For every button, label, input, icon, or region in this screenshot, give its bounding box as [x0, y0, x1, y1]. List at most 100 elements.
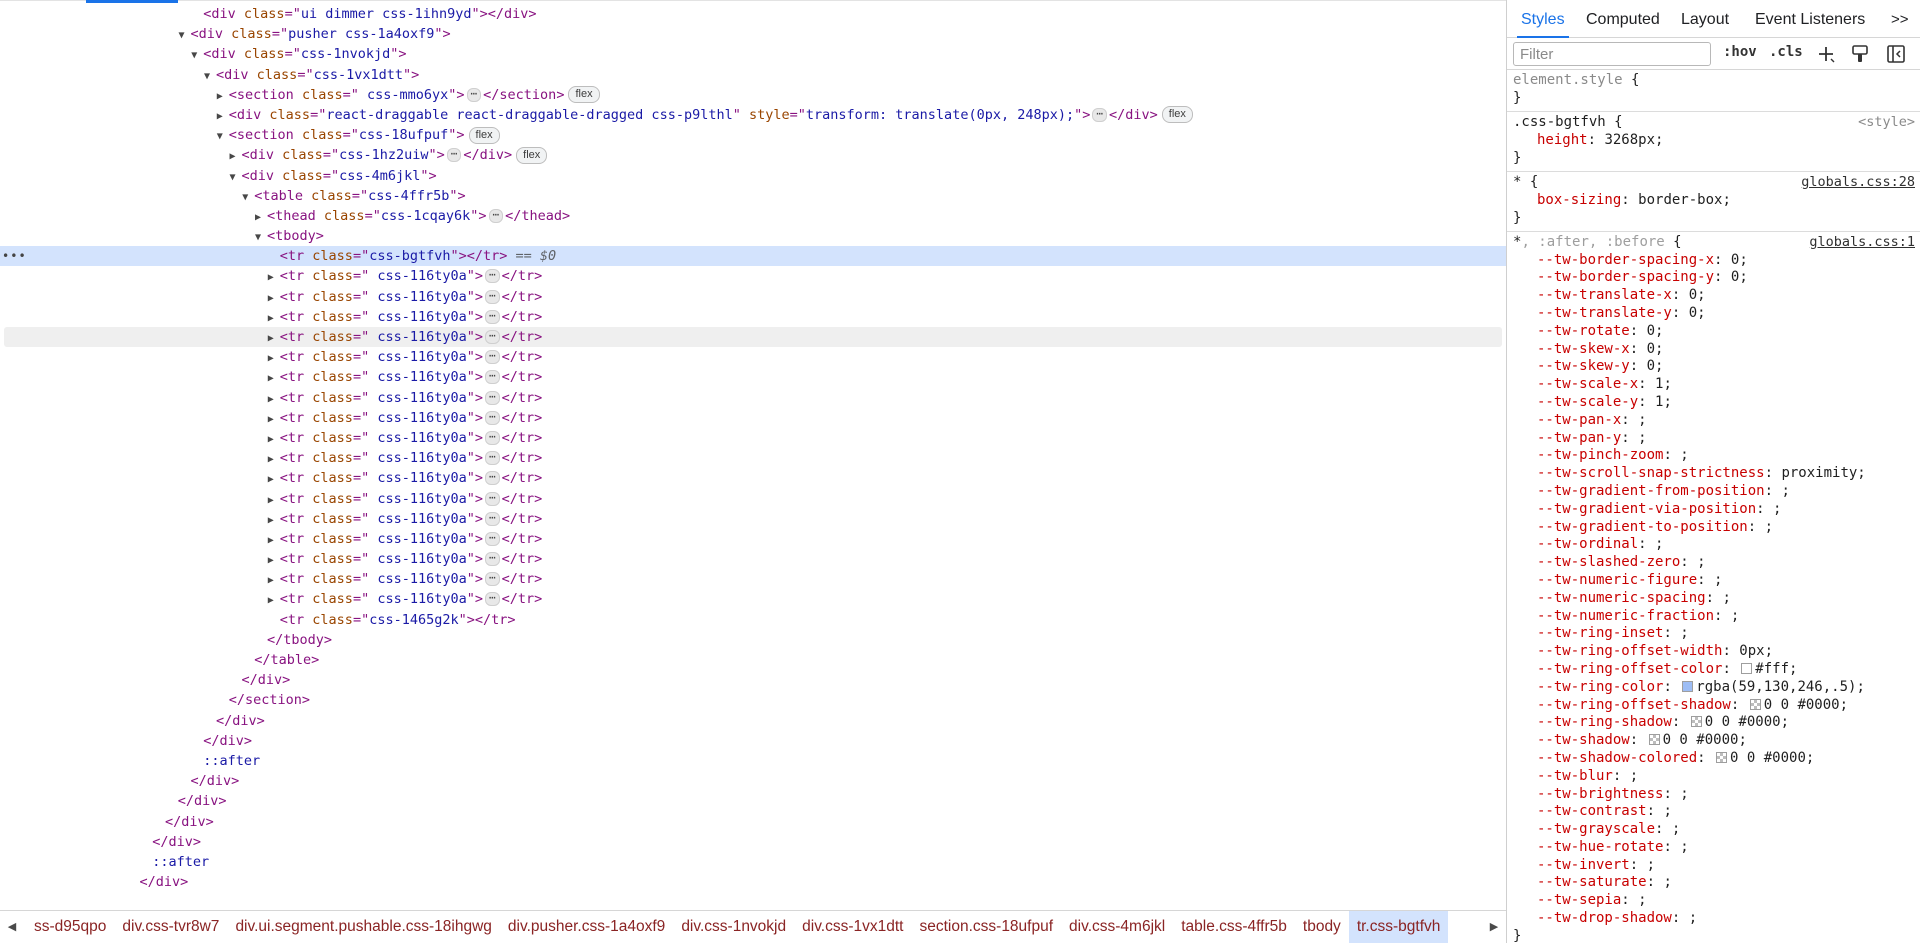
- attribute-value[interactable]: css-116ty0a: [369, 571, 466, 587]
- collapsed-children-ellipsis-icon[interactable]: ⋯: [485, 330, 500, 344]
- triangle-down-icon[interactable]: ▼: [204, 67, 216, 87]
- css-declaration[interactable]: --tw-slashed-zero: ;: [1507, 554, 1920, 572]
- triangle-down-icon[interactable]: ▼: [242, 188, 254, 208]
- attribute-name[interactable]: class: [311, 188, 352, 204]
- attribute-name[interactable]: style: [749, 107, 790, 123]
- attribute-name[interactable]: class: [312, 430, 353, 446]
- attribute-name[interactable]: class: [282, 147, 323, 163]
- dom-node-line[interactable]: ▶</div>: [0, 791, 1506, 811]
- dom-node-line[interactable]: ▶</section>: [0, 690, 1506, 710]
- breadcrumb-item[interactable]: table.css-4ffr5b: [1173, 911, 1295, 943]
- dom-node-line[interactable]: ▶<tr class="css-1465g2k"></tr>: [0, 610, 1506, 630]
- dom-node-line[interactable]: ▶</div>: [0, 670, 1506, 690]
- collapsed-children-ellipsis-icon[interactable]: ⋯: [485, 410, 500, 425]
- css-property-name[interactable]: --tw-grayscale: [1537, 821, 1655, 837]
- dom-node-line[interactable]: ▼ <div class="pusher css-1a4oxf9">: [0, 24, 1506, 44]
- attribute-value[interactable]: css-116ty0a: [369, 531, 466, 547]
- css-property-name[interactable]: --tw-ring-offset-shadow: [1537, 697, 1731, 713]
- css-property-name[interactable]: --tw-border-spacing-y: [1537, 269, 1714, 285]
- dom-node-line[interactable]: ▶ <tr class=" css-116ty0a"> ⋯ </tr>: [0, 307, 1506, 327]
- css-property-name[interactable]: height: [1537, 132, 1588, 148]
- attribute-value[interactable]: css-116ty0a: [369, 410, 466, 426]
- dom-node-line[interactable]: ▶ <tr class=" css-116ty0a"> ⋯ </tr>: [0, 347, 1506, 367]
- attribute-name[interactable]: class: [312, 531, 353, 547]
- triangle-right-icon[interactable]: ▶: [230, 147, 242, 167]
- css-declaration[interactable]: --tw-drop-shadow: ;: [1507, 910, 1920, 928]
- css-property-name[interactable]: --tw-ring-shadow: [1537, 714, 1672, 730]
- breadcrumb-item[interactable]: ss-d95qpo: [26, 911, 114, 943]
- css-selector[interactable]: *, :after, :before: [1513, 234, 1665, 250]
- css-property-name[interactable]: --tw-numeric-fraction: [1537, 608, 1714, 624]
- attribute-name[interactable]: class: [312, 612, 353, 628]
- pseudo-element[interactable]: ::after: [152, 854, 209, 870]
- css-declaration[interactable]: --tw-ring-offset-width: 0px;: [1507, 643, 1920, 661]
- triangle-right-icon[interactable]: ▶: [217, 87, 229, 107]
- attribute-name[interactable]: class: [312, 248, 353, 264]
- css-declaration[interactable]: --tw-scroll-snap-strictness: proximity;: [1507, 465, 1920, 483]
- attribute-name[interactable]: class: [312, 511, 353, 527]
- css-property-name[interactable]: --tw-gradient-from-position: [1537, 483, 1765, 499]
- css-declaration[interactable]: --tw-translate-x: 0;: [1507, 287, 1920, 305]
- cls-toggle-button[interactable]: .cls: [1769, 44, 1803, 60]
- collapsed-children-ellipsis-icon[interactable]: ⋯: [485, 491, 500, 506]
- css-property-name[interactable]: --tw-gradient-via-position: [1537, 501, 1756, 517]
- rule-selector-line[interactable]: *, :after, :before {globals.css:1: [1507, 234, 1920, 252]
- collapsed-children-ellipsis-icon[interactable]: ⋯: [485, 572, 500, 587]
- color-swatch-icon[interactable]: [1690, 716, 1702, 728]
- dom-node-line[interactable]: ▶</div>: [0, 872, 1506, 892]
- attribute-value[interactable]: css-1nvokjd: [301, 46, 390, 62]
- toggle-sidebar-button[interactable]: [1885, 43, 1907, 65]
- attribute-name[interactable]: class: [312, 329, 353, 345]
- triangle-right-icon[interactable]: ▶: [268, 551, 280, 571]
- css-property-value[interactable]: 0px: [1739, 643, 1764, 659]
- breadcrumb-scroll-left-button[interactable]: ◀: [0, 911, 24, 943]
- css-property-name[interactable]: --tw-shadow-colored: [1537, 750, 1697, 766]
- css-selector[interactable]: .css-bgtfvh: [1513, 114, 1606, 130]
- dom-node-line[interactable]: ▶ <tr class=" css-116ty0a"> ⋯ </tr>: [0, 509, 1506, 529]
- dom-node-line[interactable]: ▶ <tr class=" css-116ty0a"> ⋯ </tr>: [0, 287, 1506, 307]
- attribute-name[interactable]: class: [312, 369, 353, 385]
- css-declaration[interactable]: --tw-numeric-fraction: ;: [1507, 608, 1920, 626]
- css-property-name[interactable]: --tw-ring-offset-width: [1537, 643, 1722, 659]
- attribute-value[interactable]: css-1hz2uiw: [339, 147, 428, 163]
- flex-badge[interactable]: flex: [468, 126, 500, 144]
- css-property-name[interactable]: --tw-ring-inset: [1537, 625, 1663, 641]
- collapsed-children-ellipsis-icon[interactable]: ⋯: [485, 269, 500, 284]
- tab-computed[interactable]: Computed: [1586, 0, 1660, 37]
- css-declaration[interactable]: --tw-skew-x: 0;: [1507, 341, 1920, 359]
- css-property-name[interactable]: --tw-shadow: [1537, 732, 1630, 748]
- collapsed-children-ellipsis-icon[interactable]: ⋯: [485, 289, 500, 304]
- dom-node-line[interactable]: ▼ <div class="css-1nvokjd">: [0, 44, 1506, 64]
- collapsed-children-ellipsis-icon[interactable]: ⋯: [485, 531, 500, 546]
- attribute-value[interactable]: react-draggable react-draggable-dragged …: [326, 107, 732, 123]
- dom-node-line[interactable]: ▶<div class="ui dimmer css-1ihn9yd"></di…: [0, 4, 1506, 24]
- css-declaration[interactable]: --tw-ring-shadow: 0 0 #0000;: [1507, 714, 1920, 732]
- more-tabs-chevron-icon[interactable]: >>: [1891, 0, 1909, 37]
- collapsed-children-ellipsis-icon[interactable]: ⋯: [485, 552, 500, 567]
- css-declaration[interactable]: --tw-translate-y: 0;: [1507, 305, 1920, 323]
- css-property-name[interactable]: --tw-numeric-figure: [1537, 572, 1697, 588]
- css-declaration[interactable]: --tw-ring-inset: ;: [1507, 625, 1920, 643]
- rule-selector-line[interactable]: element.style {: [1507, 72, 1920, 90]
- triangle-right-icon[interactable]: ▶: [255, 208, 267, 228]
- breadcrumb-item[interactable]: tr.css-bgtfvh: [1348, 911, 1449, 943]
- dom-node-line[interactable]: ▶ <tr class=" css-116ty0a"> ⋯ </tr>: [0, 549, 1506, 569]
- css-declaration[interactable]: --tw-ring-offset-color: #fff;: [1507, 661, 1920, 679]
- triangle-right-icon[interactable]: ▶: [268, 349, 280, 369]
- triangle-right-icon[interactable]: ▶: [268, 450, 280, 470]
- rule-selector-line[interactable]: * {globals.css:28: [1507, 174, 1920, 192]
- node-actions-ellipsis-icon[interactable]: •••: [2, 246, 27, 266]
- triangle-right-icon[interactable]: ▶: [268, 410, 280, 430]
- color-swatch-icon[interactable]: [1682, 680, 1694, 692]
- css-property-value[interactable]: #fff: [1755, 661, 1789, 677]
- css-selector[interactable]: element.style: [1513, 72, 1623, 88]
- dom-node-line[interactable]: ▶ <tr class=" css-116ty0a"> ⋯ </tr>: [0, 448, 1506, 468]
- rule-selector-line[interactable]: .css-bgtfvh {<style>: [1507, 114, 1920, 132]
- triangle-right-icon[interactable]: ▶: [268, 309, 280, 329]
- css-declaration[interactable]: --tw-skew-y: 0;: [1507, 358, 1920, 376]
- css-property-name[interactable]: --tw-slashed-zero: [1537, 554, 1680, 570]
- css-declaration[interactable]: --tw-numeric-figure: ;: [1507, 572, 1920, 590]
- color-swatch-icon[interactable]: [1749, 698, 1761, 710]
- color-swatch-icon[interactable]: [1741, 662, 1753, 674]
- css-property-name[interactable]: --tw-gradient-to-position: [1537, 519, 1748, 535]
